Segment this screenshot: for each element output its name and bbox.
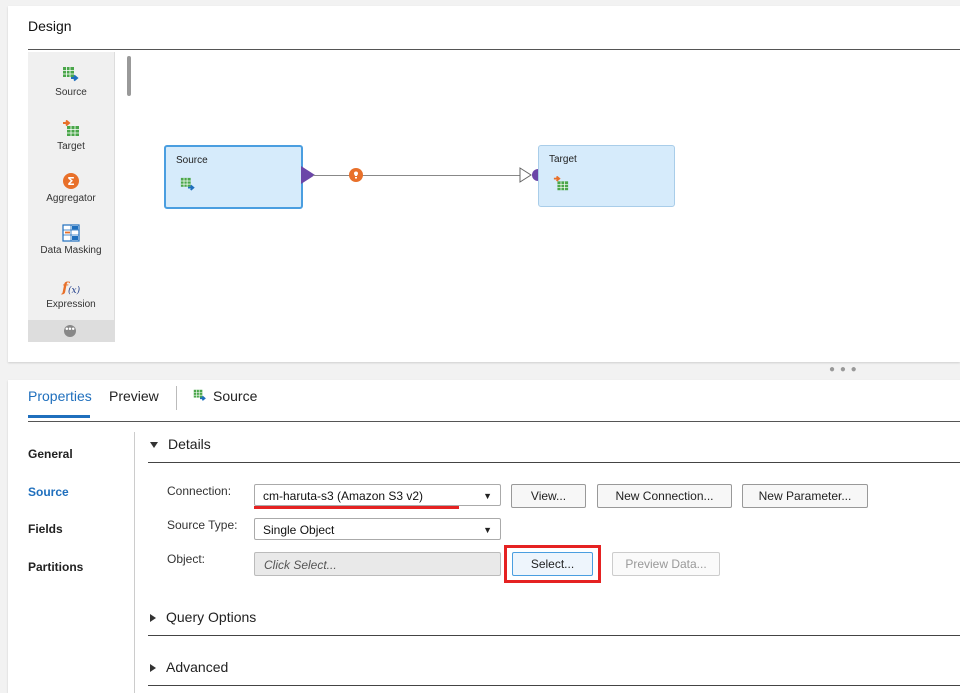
palette-scrollbar[interactable] bbox=[127, 56, 131, 96]
panel-splitter-handle[interactable]: ● ● ● bbox=[829, 364, 858, 375]
divider bbox=[28, 49, 960, 50]
design-panel: Design Source Target Σ Aggregator Data M… bbox=[8, 6, 960, 362]
mapping-node-target[interactable]: Target bbox=[538, 145, 675, 207]
aggregator-icon: Σ bbox=[63, 173, 79, 189]
dropdown-arrow-icon: ▼ bbox=[483, 525, 492, 535]
palette-item-label: Expression bbox=[46, 299, 96, 310]
connection-value: cm-haruta-s3 (Amazon S3 v2) bbox=[263, 489, 424, 503]
section-divider bbox=[148, 685, 960, 686]
active-tab-indicator bbox=[28, 415, 90, 418]
view-button[interactable]: View... bbox=[511, 484, 586, 508]
source-icon bbox=[180, 177, 195, 191]
caret-down-icon bbox=[150, 442, 158, 449]
section-details-toggle[interactable]: Details bbox=[150, 436, 211, 452]
section-advanced-toggle[interactable]: Advanced bbox=[150, 659, 228, 675]
source-type-value: Single Object bbox=[263, 523, 335, 537]
source-type-label: Source Type: bbox=[167, 518, 238, 532]
palette-item-expression[interactable]: f (x) Expression bbox=[28, 278, 114, 310]
nav-item-fields[interactable]: Fields bbox=[28, 522, 63, 536]
nav-item-general[interactable]: General bbox=[28, 447, 73, 461]
target-icon bbox=[63, 120, 79, 136]
transformation-palette: Source Target Σ Aggregator Data Masking … bbox=[28, 52, 131, 342]
tab-preview[interactable]: Preview bbox=[109, 388, 159, 404]
palette-item-label: Source bbox=[55, 87, 87, 98]
source-icon bbox=[193, 389, 206, 401]
properties-panel: Properties Preview Source General Source… bbox=[8, 380, 960, 693]
annotation-underline bbox=[254, 506, 459, 509]
connection-label: Connection: bbox=[167, 484, 232, 498]
nav-item-source[interactable]: Source bbox=[28, 485, 69, 499]
section-divider bbox=[148, 462, 960, 463]
node-label: Source bbox=[176, 155, 208, 166]
divider bbox=[28, 421, 960, 422]
target-icon bbox=[553, 176, 569, 191]
connection-select[interactable]: cm-haruta-s3 (Amazon S3 v2) ▼ bbox=[254, 484, 501, 506]
palette-item-label: Data Masking bbox=[40, 245, 102, 256]
caret-right-icon bbox=[150, 614, 156, 623]
more-icon: ••• bbox=[64, 325, 76, 337]
nav-item-partitions[interactable]: Partitions bbox=[28, 560, 83, 574]
object-field[interactable]: Click Select... bbox=[254, 552, 501, 576]
source-icon bbox=[63, 67, 79, 82]
dropdown-arrow-icon: ▼ bbox=[483, 491, 492, 501]
section-divider bbox=[148, 635, 960, 636]
data-masking-icon bbox=[62, 224, 80, 242]
palette-more-button[interactable]: ••• bbox=[28, 320, 114, 342]
palette-item-label: Target bbox=[57, 141, 85, 152]
annotation-highlight-box bbox=[504, 545, 601, 583]
palette-item-target[interactable]: Target bbox=[28, 120, 114, 152]
expression-icon: f (x) bbox=[61, 280, 81, 296]
tab-properties[interactable]: Properties bbox=[28, 388, 92, 404]
mapping-node-source[interactable]: Source bbox=[164, 145, 303, 209]
design-title: Design bbox=[28, 18, 72, 34]
new-parameter-button[interactable]: New Parameter... bbox=[742, 484, 868, 508]
caret-right-icon bbox=[150, 664, 156, 673]
selected-object-label: Source bbox=[213, 388, 258, 404]
new-connection-button[interactable]: New Connection... bbox=[597, 484, 732, 508]
node-label: Target bbox=[549, 154, 577, 165]
source-type-select[interactable]: Single Object ▼ bbox=[254, 518, 501, 540]
palette-item-data-masking[interactable]: Data Masking bbox=[28, 224, 114, 256]
palette-item-source[interactable]: Source bbox=[28, 66, 114, 98]
link-bulb-icon[interactable] bbox=[348, 167, 364, 183]
section-title: Query Options bbox=[166, 609, 257, 625]
tab-separator bbox=[176, 386, 177, 410]
link-line[interactable] bbox=[313, 175, 523, 176]
svg-text:Σ: Σ bbox=[67, 175, 75, 188]
palette-item-label: Aggregator bbox=[46, 193, 96, 204]
palette-item-aggregator[interactable]: Σ Aggregator bbox=[28, 172, 114, 204]
svg-text:(x): (x) bbox=[68, 285, 81, 296]
section-query-options-toggle[interactable]: Query Options bbox=[150, 609, 256, 625]
object-label: Object: bbox=[167, 552, 206, 566]
nav-divider bbox=[134, 432, 135, 693]
preview-data-button[interactable]: Preview Data... bbox=[612, 552, 720, 576]
section-title: Details bbox=[168, 436, 211, 452]
section-title: Advanced bbox=[166, 659, 229, 675]
